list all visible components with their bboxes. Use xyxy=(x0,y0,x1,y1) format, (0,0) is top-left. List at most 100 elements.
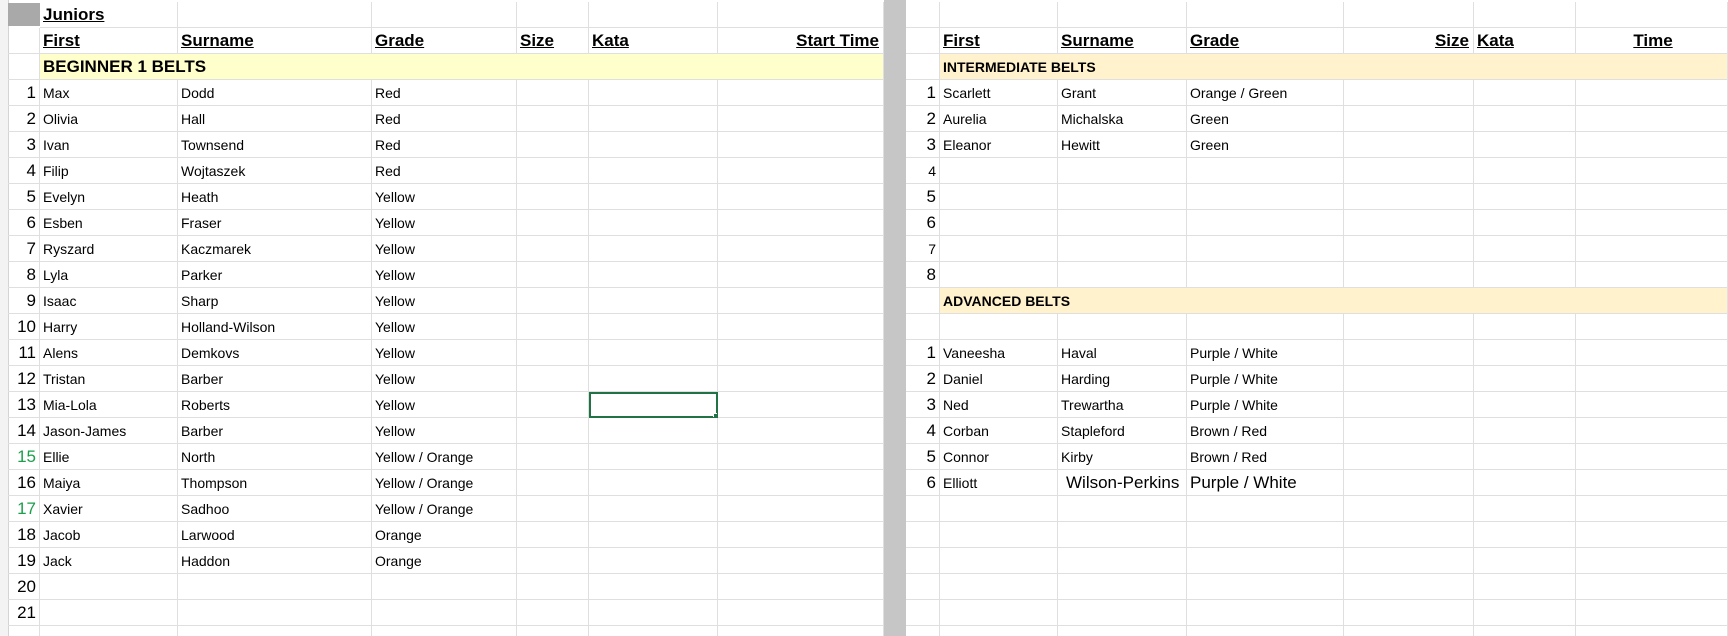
cell-kata[interactable] xyxy=(1474,106,1576,132)
empty-cell[interactable] xyxy=(1344,600,1474,626)
cell-grade[interactable]: Orange / Green xyxy=(1187,80,1344,106)
empty-cell[interactable] xyxy=(517,626,589,636)
cell-time[interactable] xyxy=(718,184,884,210)
empty-cell[interactable] xyxy=(1576,314,1728,340)
empty-cell[interactable] xyxy=(1058,314,1187,340)
cell-size[interactable] xyxy=(517,496,589,522)
empty-cell[interactable] xyxy=(1058,2,1187,28)
empty-cell[interactable] xyxy=(1344,522,1474,548)
cell-grade[interactable] xyxy=(1187,262,1344,288)
empty-cell[interactable] xyxy=(372,626,517,636)
cell-time[interactable] xyxy=(1576,236,1728,262)
header-time[interactable]: Time xyxy=(1576,28,1728,54)
cell-kata[interactable] xyxy=(589,106,718,132)
cell-size[interactable] xyxy=(517,418,589,444)
cell-time[interactable] xyxy=(718,132,884,158)
cell-first[interactable]: Tristan xyxy=(40,366,178,392)
empty-cell[interactable] xyxy=(906,522,940,548)
cell-size[interactable] xyxy=(517,392,589,418)
cell-surname[interactable]: Trewartha xyxy=(1058,392,1187,418)
cell-size[interactable] xyxy=(517,210,589,236)
empty-cell[interactable] xyxy=(1058,496,1187,522)
cell-time[interactable] xyxy=(718,158,884,184)
cell-grade[interactable]: Green xyxy=(1187,132,1344,158)
cell-surname[interactable] xyxy=(178,574,372,600)
cell-time[interactable] xyxy=(718,106,884,132)
empty-cell[interactable] xyxy=(517,2,589,28)
empty-cell[interactable] xyxy=(940,522,1058,548)
cell-grade[interactable]: Yellow xyxy=(372,418,517,444)
cell-grade[interactable] xyxy=(372,600,517,626)
cell-size[interactable] xyxy=(517,236,589,262)
cell-surname[interactable]: Grant xyxy=(1058,80,1187,106)
cell-time[interactable] xyxy=(718,288,884,314)
cell-time[interactable] xyxy=(718,574,884,600)
cell-kata[interactable] xyxy=(589,600,718,626)
cell-time[interactable] xyxy=(718,600,884,626)
cell-surname[interactable]: Haddon xyxy=(178,548,372,574)
cell-surname[interactable]: Holland-Wilson xyxy=(178,314,372,340)
cell-kata[interactable] xyxy=(589,236,718,262)
cell-first[interactable]: Scarlett xyxy=(940,80,1058,106)
cell-time[interactable] xyxy=(718,80,884,106)
empty-cell[interactable] xyxy=(1576,626,1728,636)
header-first[interactable]: First xyxy=(40,28,178,54)
empty-cell[interactable] xyxy=(1344,496,1474,522)
empty-cell[interactable] xyxy=(906,600,940,626)
cell-surname[interactable]: Townsend xyxy=(178,132,372,158)
cell-first[interactable]: Max xyxy=(40,80,178,106)
cell-grade[interactable]: Purple / White xyxy=(1187,340,1344,366)
empty-cell[interactable] xyxy=(718,626,884,636)
cell-grade[interactable]: Yellow xyxy=(372,366,517,392)
split-pane-divider[interactable] xyxy=(884,0,906,636)
cell-kata[interactable] xyxy=(1474,236,1576,262)
cell-surname[interactable]: Wojtaszek xyxy=(178,158,372,184)
header-surname[interactable]: Surname xyxy=(1058,28,1187,54)
header-grade[interactable]: Grade xyxy=(1187,28,1344,54)
cell-surname[interactable] xyxy=(1058,184,1187,210)
cell-kata[interactable] xyxy=(589,444,718,470)
cell-kata[interactable] xyxy=(589,470,718,496)
empty-cell[interactable] xyxy=(40,626,178,636)
cell-first[interactable] xyxy=(940,236,1058,262)
cell-first[interactable]: Vaneesha xyxy=(940,340,1058,366)
row-number-cell[interactable] xyxy=(906,54,940,80)
cell-first[interactable]: Olivia xyxy=(40,106,178,132)
empty-cell[interactable] xyxy=(906,2,940,28)
cell-grade[interactable]: Purple / White xyxy=(1187,470,1344,496)
cell-kata[interactable] xyxy=(1474,366,1576,392)
cell-kata[interactable] xyxy=(1474,80,1576,106)
empty-cell[interactable] xyxy=(1474,600,1576,626)
cell-kata[interactable] xyxy=(589,574,718,600)
cell-kata[interactable] xyxy=(1474,210,1576,236)
empty-cell[interactable] xyxy=(1187,314,1344,340)
cell-grade[interactable]: Yellow / Orange xyxy=(372,496,517,522)
section-beginner-1-belts[interactable]: BEGINNER 1 BELTS xyxy=(40,54,884,80)
cell-kata[interactable] xyxy=(1474,470,1576,496)
selected-cell[interactable] xyxy=(589,392,718,418)
cell-time[interactable] xyxy=(1576,392,1728,418)
cell-time[interactable] xyxy=(1576,106,1728,132)
cell-size[interactable] xyxy=(1344,80,1474,106)
cell-first[interactable] xyxy=(940,262,1058,288)
cell-time[interactable] xyxy=(718,392,884,418)
empty-cell[interactable] xyxy=(1058,626,1187,636)
cell-kata[interactable] xyxy=(589,548,718,574)
header-kata[interactable]: Kata xyxy=(1474,28,1576,54)
cell-grade[interactable]: Brown / Red xyxy=(1187,444,1344,470)
empty-cell[interactable] xyxy=(1344,574,1474,600)
cell-surname[interactable] xyxy=(1058,236,1187,262)
empty-cell[interactable] xyxy=(178,626,372,636)
empty-cell[interactable] xyxy=(589,626,718,636)
cell-first[interactable]: Daniel xyxy=(940,366,1058,392)
cell-first[interactable] xyxy=(940,158,1058,184)
cell-first[interactable]: Maiya xyxy=(40,470,178,496)
cell-first[interactable]: Ned xyxy=(940,392,1058,418)
cell-surname[interactable] xyxy=(178,600,372,626)
cell-first[interactable] xyxy=(40,574,178,600)
cell-surname[interactable]: Wilson-Perkins xyxy=(1058,470,1187,496)
cell-grade[interactable]: Green xyxy=(1187,106,1344,132)
header-first[interactable]: First xyxy=(940,28,1058,54)
cell-size[interactable] xyxy=(517,600,589,626)
cell-kata[interactable] xyxy=(589,262,718,288)
